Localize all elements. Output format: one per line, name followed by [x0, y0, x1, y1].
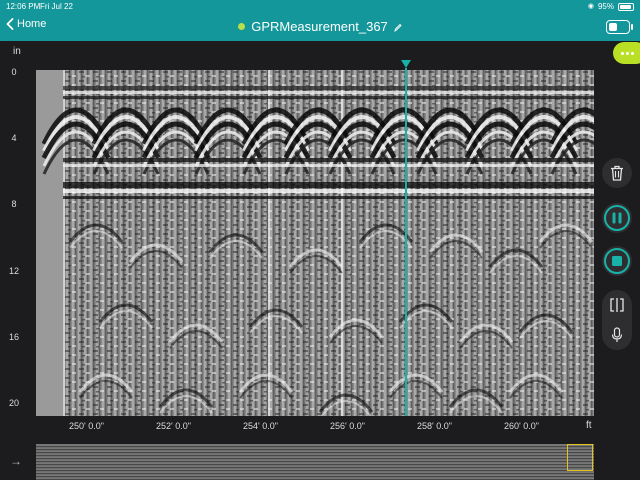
more-dot — [626, 51, 629, 55]
overview-band — [36, 470, 594, 472]
depth-tick-label: 20 — [8, 398, 19, 408]
title-text: GPRMeasurement_367 — [251, 19, 388, 34]
status-date: Fri Jul 22 — [40, 2, 73, 11]
overview-band — [36, 473, 594, 475]
scan-seam — [268, 70, 270, 416]
depth-unit-label: in — [13, 46, 21, 57]
distance-tick-label: 250' 0.0" — [69, 421, 104, 431]
battery-percent: 95% — [597, 2, 614, 11]
overview-band — [36, 476, 594, 478]
overview-band — [36, 452, 594, 454]
distance-unit-label: ft — [586, 420, 592, 431]
overview-band — [36, 449, 594, 451]
surface-band — [63, 96, 594, 99]
more-options-button[interactable] — [613, 42, 640, 64]
overview-band — [36, 446, 594, 448]
overview-band — [36, 464, 594, 466]
measurement-title: GPRMeasurement_367 — [0, 19, 640, 35]
stop-button[interactable] — [602, 246, 632, 276]
distance-tick-label: 254' 0.0" — [243, 421, 278, 431]
radargram-image — [36, 70, 594, 416]
more-dot — [631, 51, 634, 55]
distance-tick-label: 256' 0.0" — [330, 421, 365, 431]
pause-icon — [604, 205, 630, 231]
depth-tick-label: 12 — [8, 266, 19, 276]
depth-tick-label: 16 — [8, 332, 19, 342]
overview-band — [36, 458, 594, 460]
depth-tick-label: 0 — [11, 67, 17, 77]
position-cursor-line[interactable] — [405, 68, 407, 416]
distance-tick-label: 252' 0.0" — [156, 421, 191, 431]
stop-icon — [604, 248, 630, 274]
overview-band — [36, 461, 594, 463]
microphone-icon — [611, 327, 623, 342]
trash-icon — [611, 165, 623, 181]
split-view-icon — [610, 298, 624, 312]
layer-band — [63, 182, 594, 188]
depth-tick-label: 4 — [11, 133, 17, 143]
position-cursor-handle[interactable] — [401, 60, 411, 68]
distance-tick-label: 258' 0.0" — [417, 421, 452, 431]
delete-button[interactable] — [602, 158, 632, 188]
layer-band — [63, 189, 594, 193]
radargram-plot[interactable] — [36, 70, 594, 416]
overview-band — [36, 455, 594, 457]
layer-band — [63, 158, 594, 162]
device-battery-icon[interactable] — [606, 20, 633, 34]
pause-button[interactable] — [602, 203, 632, 233]
more-dot — [621, 51, 624, 55]
split-view-button[interactable] — [602, 290, 632, 320]
depth-tick-label: 8 — [11, 199, 17, 209]
edit-pencil-icon[interactable] — [394, 20, 402, 35]
view-tools-group — [602, 290, 632, 350]
status-battery-icon — [618, 2, 634, 11]
overview-band — [36, 467, 594, 469]
surface-band — [63, 91, 594, 94]
nav-bar: Home GPRMeasurement_367 — [0, 13, 640, 41]
distance-tick-label: 260' 0.0" — [504, 421, 539, 431]
overview-viewport-frame[interactable] — [567, 444, 593, 471]
overview-strip[interactable] — [36, 444, 594, 480]
status-right: ◉ 95% — [588, 0, 634, 13]
arrow-right-icon[interactable]: → — [10, 454, 22, 468]
overview-image — [36, 446, 594, 480]
status-bar: 12:06 PM Fri Jul 22 ◉ 95% — [0, 0, 640, 13]
voice-note-button[interactable] — [602, 320, 632, 350]
layer-band — [63, 164, 594, 167]
connection-status-dot — [238, 23, 246, 30]
status-time: 12:06 PM — [6, 2, 41, 11]
surface-band — [63, 86, 594, 90]
layer-band — [63, 196, 594, 199]
location-icon: ◉ — [587, 3, 594, 10]
